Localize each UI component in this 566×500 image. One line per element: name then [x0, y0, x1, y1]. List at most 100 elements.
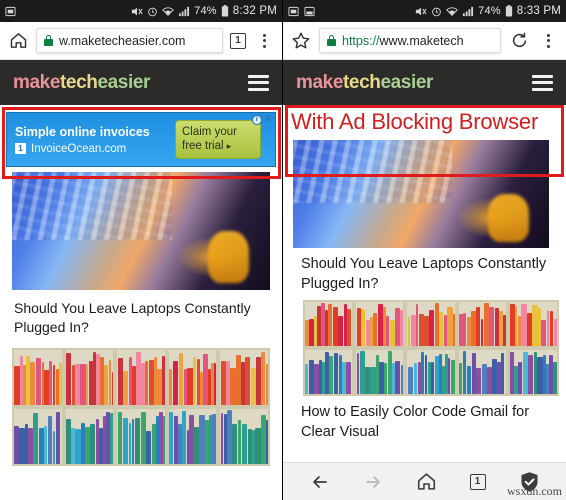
article-card[interactable]: How to Easily Color Code Gmail for Clear…	[283, 300, 566, 442]
right-site-header: maketecheasier	[283, 60, 566, 105]
mute-icon	[131, 6, 143, 17]
left-address-bar[interactable]: w.maketecheasier.com	[36, 28, 223, 53]
ad-cta-line2: free trial	[182, 140, 224, 152]
bookshelf-cell	[167, 348, 219, 407]
colorful-bookshelf-photo	[303, 300, 559, 396]
sd-card-icon	[288, 6, 299, 17]
logo-part-0: make	[13, 72, 60, 93]
wifi-icon	[162, 6, 174, 17]
bookshelf-cell	[354, 300, 405, 348]
annotation-headline: With Ad Blocking Browser	[283, 105, 566, 140]
bookshelf-cell	[354, 348, 405, 396]
bookshelf-cell	[115, 348, 167, 407]
signal-icon	[178, 6, 190, 17]
reload-icon[interactable]	[508, 30, 530, 52]
screenshot-icon	[304, 6, 315, 17]
laptop-keyboard-photo	[293, 140, 549, 248]
sd-card-icon	[5, 6, 16, 17]
hamburger-menu-icon[interactable]	[248, 75, 269, 91]
logo-part-1: tech	[343, 72, 380, 93]
ad-banner[interactable]: Simple online invoices 1 InvoiceOcean.co…	[6, 112, 276, 167]
close-icon[interactable]: ✕	[264, 114, 273, 125]
bookshelf-cell	[12, 407, 64, 466]
adchoices-info-icon[interactable]: i	[252, 115, 262, 125]
left-page-content: Simple online invoices 1 InvoiceOcean.co…	[0, 105, 282, 500]
signal-icon	[462, 6, 474, 17]
ad-domain-label: InvoiceOcean.com	[31, 143, 126, 155]
watermark-label: wsxdn.com	[507, 484, 562, 499]
bookshelf-cell	[303, 348, 354, 396]
lock-icon	[327, 35, 336, 46]
left-phone-screenshot: 74% 8:32 PM w.maketecheasier.com 1 maket…	[0, 0, 283, 500]
kebab-menu-icon[interactable]	[253, 30, 275, 52]
tab-count-button[interactable]: 1	[470, 474, 486, 490]
forward-arrow-icon[interactable]	[363, 472, 383, 492]
dual-phone-comparison: 74% 8:32 PM w.maketecheasier.com 1 maket…	[0, 0, 566, 500]
colorful-bookshelf-photo	[12, 348, 270, 466]
bookshelf-cell	[115, 407, 167, 466]
home-icon[interactable]	[416, 471, 437, 492]
bookshelf-cell	[457, 348, 508, 396]
article-title[interactable]: Should You Leave Laptops Constantly Plug…	[12, 290, 270, 337]
article-title[interactable]: Should You Leave Laptops Constantly Plug…	[283, 248, 566, 294]
ad-cta-line1: Claim your	[182, 126, 237, 138]
logo-part-2: easier	[380, 72, 433, 93]
right-phone-screenshot: 74% 8:33 PM https://www.maketech maketec…	[283, 0, 566, 500]
site-logo[interactable]: maketecheasier	[13, 72, 150, 94]
lock-icon	[44, 35, 53, 46]
article-title[interactable]: How to Easily Color Code Gmail for Clear…	[283, 396, 566, 442]
right-browser-toolbar: https://www.maketech	[283, 22, 566, 60]
home-icon[interactable]	[7, 30, 29, 52]
right-status-bar: 74% 8:33 PM	[283, 0, 566, 22]
bookshelf-cell	[405, 300, 456, 348]
site-logo[interactable]: maketecheasier	[296, 72, 433, 94]
battery-icon	[221, 5, 229, 17]
article-card[interactable]	[12, 348, 270, 466]
left-browser-toolbar: w.maketecheasier.com 1	[0, 22, 282, 60]
bookmark-star-icon[interactable]	[290, 30, 312, 52]
article-card[interactable]: Should You Leave Laptops Constantly Plug…	[12, 172, 270, 337]
bookshelf-cell	[508, 348, 559, 396]
bookshelf-cell	[64, 348, 116, 407]
ad-slot: Simple online invoices 1 InvoiceOcean.co…	[0, 105, 282, 172]
right-url-text: https://www.maketech	[342, 34, 464, 48]
clock-label: 8:32 PM	[233, 5, 277, 17]
logo-part-1: tech	[60, 72, 97, 93]
alarm-icon	[431, 6, 442, 17]
mute-icon	[415, 6, 427, 17]
ad-cta-button[interactable]: Claim your free trial ▸	[175, 120, 261, 160]
battery-percent-label: 74%	[194, 5, 217, 17]
bookshelf-cell	[457, 300, 508, 348]
bookshelf-cell	[64, 407, 116, 466]
left-site-header: maketecheasier	[0, 60, 282, 105]
logo-part-2: easier	[97, 72, 150, 93]
bookshelf-cell	[405, 348, 456, 396]
right-page-content: With Ad Blocking Browser Should You Leav…	[283, 105, 566, 462]
hamburger-menu-icon[interactable]	[532, 75, 553, 91]
bookshelf-cell	[12, 348, 64, 407]
tab-count-button[interactable]: 1	[230, 33, 246, 49]
url-host: www.maketech	[380, 34, 464, 48]
left-url-text: w.maketecheasier.com	[59, 34, 185, 48]
bookshelf-cell	[508, 300, 559, 348]
bookshelf-cell	[218, 407, 270, 466]
ad-headline: Simple online invoices	[15, 125, 175, 139]
logo-part-0: make	[296, 72, 343, 93]
bookshelf-cell	[303, 300, 354, 348]
bookshelf-cell	[167, 407, 219, 466]
ad-favicon: 1	[15, 143, 26, 154]
right-address-bar[interactable]: https://www.maketech	[319, 28, 501, 53]
kebab-menu-icon[interactable]	[537, 30, 559, 52]
clock-label: 8:33 PM	[517, 5, 561, 17]
bookshelf-cell	[218, 348, 270, 407]
url-scheme: https://	[342, 34, 380, 48]
laptop-keyboard-photo	[12, 172, 270, 290]
ad-cta-arrow-icon: ▸	[227, 141, 232, 151]
battery-percent-label: 74%	[478, 5, 501, 17]
left-article-list: Should You Leave Laptops Constantly Plug…	[0, 172, 282, 466]
article-card[interactable]: Should You Leave Laptops Constantly Plug…	[283, 140, 566, 294]
back-arrow-icon[interactable]	[310, 472, 330, 492]
left-status-bar: 74% 8:32 PM	[0, 0, 282, 22]
alarm-icon	[147, 6, 158, 17]
battery-icon	[505, 5, 513, 17]
